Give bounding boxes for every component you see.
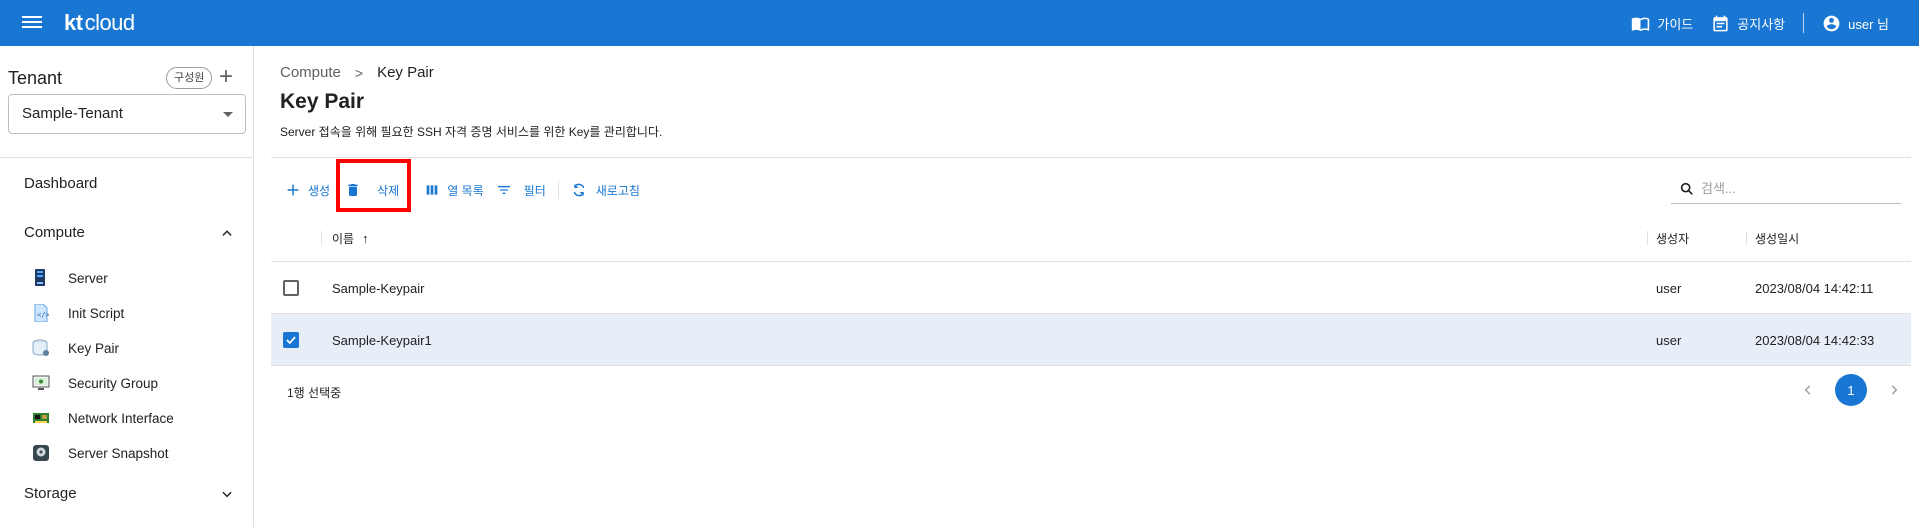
create-button[interactable]: 생성 [285,176,330,204]
top-right-menu: 가이드 공지사항 user 님 [1613,0,1889,46]
tenant-title: Tenant [8,68,63,88]
search-icon [1680,182,1693,195]
selection-count: 1행 선택중 [287,386,342,400]
column-header-created[interactable]: 생성일시 [1755,214,1799,262]
row-name: Sample-Keypair1 [332,332,432,348]
table-row[interactable]: Sample-Keypair user 2023/08/04 14:42:11 [271,262,1911,314]
table-header: 이름 ↑ 생성자 생성일시 [271,214,1911,262]
chevron-left-icon[interactable] [1801,383,1815,397]
sidebar-item-key-pair[interactable]: Key Pair [31,337,119,359]
breadcrumb-compute[interactable]: Compute [280,64,341,81]
row-checkbox[interactable] [283,280,299,296]
sidebar-item-network-interface[interactable]: Network Interface [31,407,174,429]
page-button[interactable]: 1 [1835,374,1867,406]
filter-button[interactable]: 필터 [496,176,546,204]
key-pair-icon [31,338,51,358]
refresh-icon [573,183,585,197]
columns-button[interactable]: 열 목록 [424,176,484,204]
header-divider [271,157,1911,158]
sidebar-divider [0,157,253,158]
column-separator [1746,231,1747,245]
top-app-bar: ktcloud 가이드 공지사항 user 님 [0,0,1919,46]
chevron-right-icon[interactable] [1887,383,1901,397]
breadcrumb: Compute > Key Pair [280,64,434,81]
add-icon[interactable]: + [219,63,233,91]
kt-cloud-logo[interactable]: ktcloud [64,10,135,36]
column-separator [321,231,322,245]
row-checkbox[interactable] [283,332,299,348]
snapshot-icon [31,443,51,463]
sidebar-section-storage[interactable]: Storage [24,485,234,502]
topbar-divider [1803,13,1805,33]
security-group-icon [31,373,51,393]
toolbar-divider [557,181,559,199]
column-separator [1647,231,1648,245]
row-created: 2023/08/04 14:42:11 [1755,280,1874,296]
server-icon [31,268,51,288]
breadcrumb-current: Key Pair [377,64,434,81]
notice-link[interactable]: 공지사항 [1711,14,1785,33]
sidebar-item-dashboard[interactable]: Dashboard [24,175,97,192]
sort-arrow-up-icon[interactable]: ↑ [362,231,369,246]
toolbar: 생성 삭제 열 목록 필터 새로고침 [285,176,640,204]
page-title: Key Pair [280,90,365,113]
member-button[interactable]: 구성원 [166,67,213,89]
table-footer: 1행 선택중 1 [271,368,1911,414]
refresh-button[interactable]: 새로고침 [571,176,640,204]
view-column-icon [426,185,438,195]
chevron-up-icon [222,230,232,236]
sidebar-item-server-snapshot[interactable]: Server Snapshot [31,442,169,464]
script-icon: </> [31,303,51,323]
guide-link[interactable]: 가이드 [1631,14,1693,33]
row-creator: user [1656,332,1682,348]
table-row[interactable]: Sample-Keypair1 user 2023/08/04 14:42:33 [271,314,1911,366]
hamburger-menu-icon[interactable] [22,13,42,33]
row-creator: user [1656,280,1682,296]
plus-icon [287,184,299,196]
sidebar: Tenant 구성원 + Sample-Tenant Dashboard Com… [0,46,254,527]
breadcrumb-separator-icon: > [354,64,364,81]
page-description: Server 접속을 위해 필요한 SSH 자격 증명 서비스를 위한 Key를… [280,125,663,139]
user-menu[interactable]: user 님 [1822,14,1889,33]
tenant-select[interactable]: Sample-Tenant [8,94,246,134]
search-input[interactable] [1701,181,1891,196]
row-name: Sample-Keypair [332,280,425,296]
account-circle-icon [1823,15,1840,31]
key-pair-table: 이름 ↑ 생성자 생성일시 Sample-Keypair user 2023/0… [271,214,1911,366]
check-icon [286,336,296,345]
sidebar-item-server[interactable]: Server [31,267,108,289]
search-field[interactable] [1671,174,1901,204]
chevron-down-icon [222,491,232,498]
column-header-creator[interactable]: 생성자 [1656,214,1689,262]
delete-button[interactable]: 삭제 [345,176,399,204]
column-header-name[interactable]: 이름 ↑ [332,214,369,262]
network-interface-icon [31,408,51,428]
sidebar-item-init-script[interactable]: </> Init Script [31,302,124,324]
sidebar-section-compute[interactable]: Compute [24,224,234,241]
dropdown-arrow-icon [223,112,233,117]
book-icon [1632,17,1650,31]
pagination: 1 [1801,374,1901,406]
sidebar-item-security-group[interactable]: Security Group [31,372,158,394]
tenant-select-value: Sample-Tenant [22,105,123,122]
filter-icon [497,186,510,194]
row-created: 2023/08/04 14:42:33 [1755,332,1875,348]
main-content: Compute > Key Pair Key Pair Server 접속을 위… [255,46,1919,527]
svg-text:</>: </> [37,311,49,319]
calendar-icon [1713,15,1728,31]
trash-icon [348,184,358,196]
